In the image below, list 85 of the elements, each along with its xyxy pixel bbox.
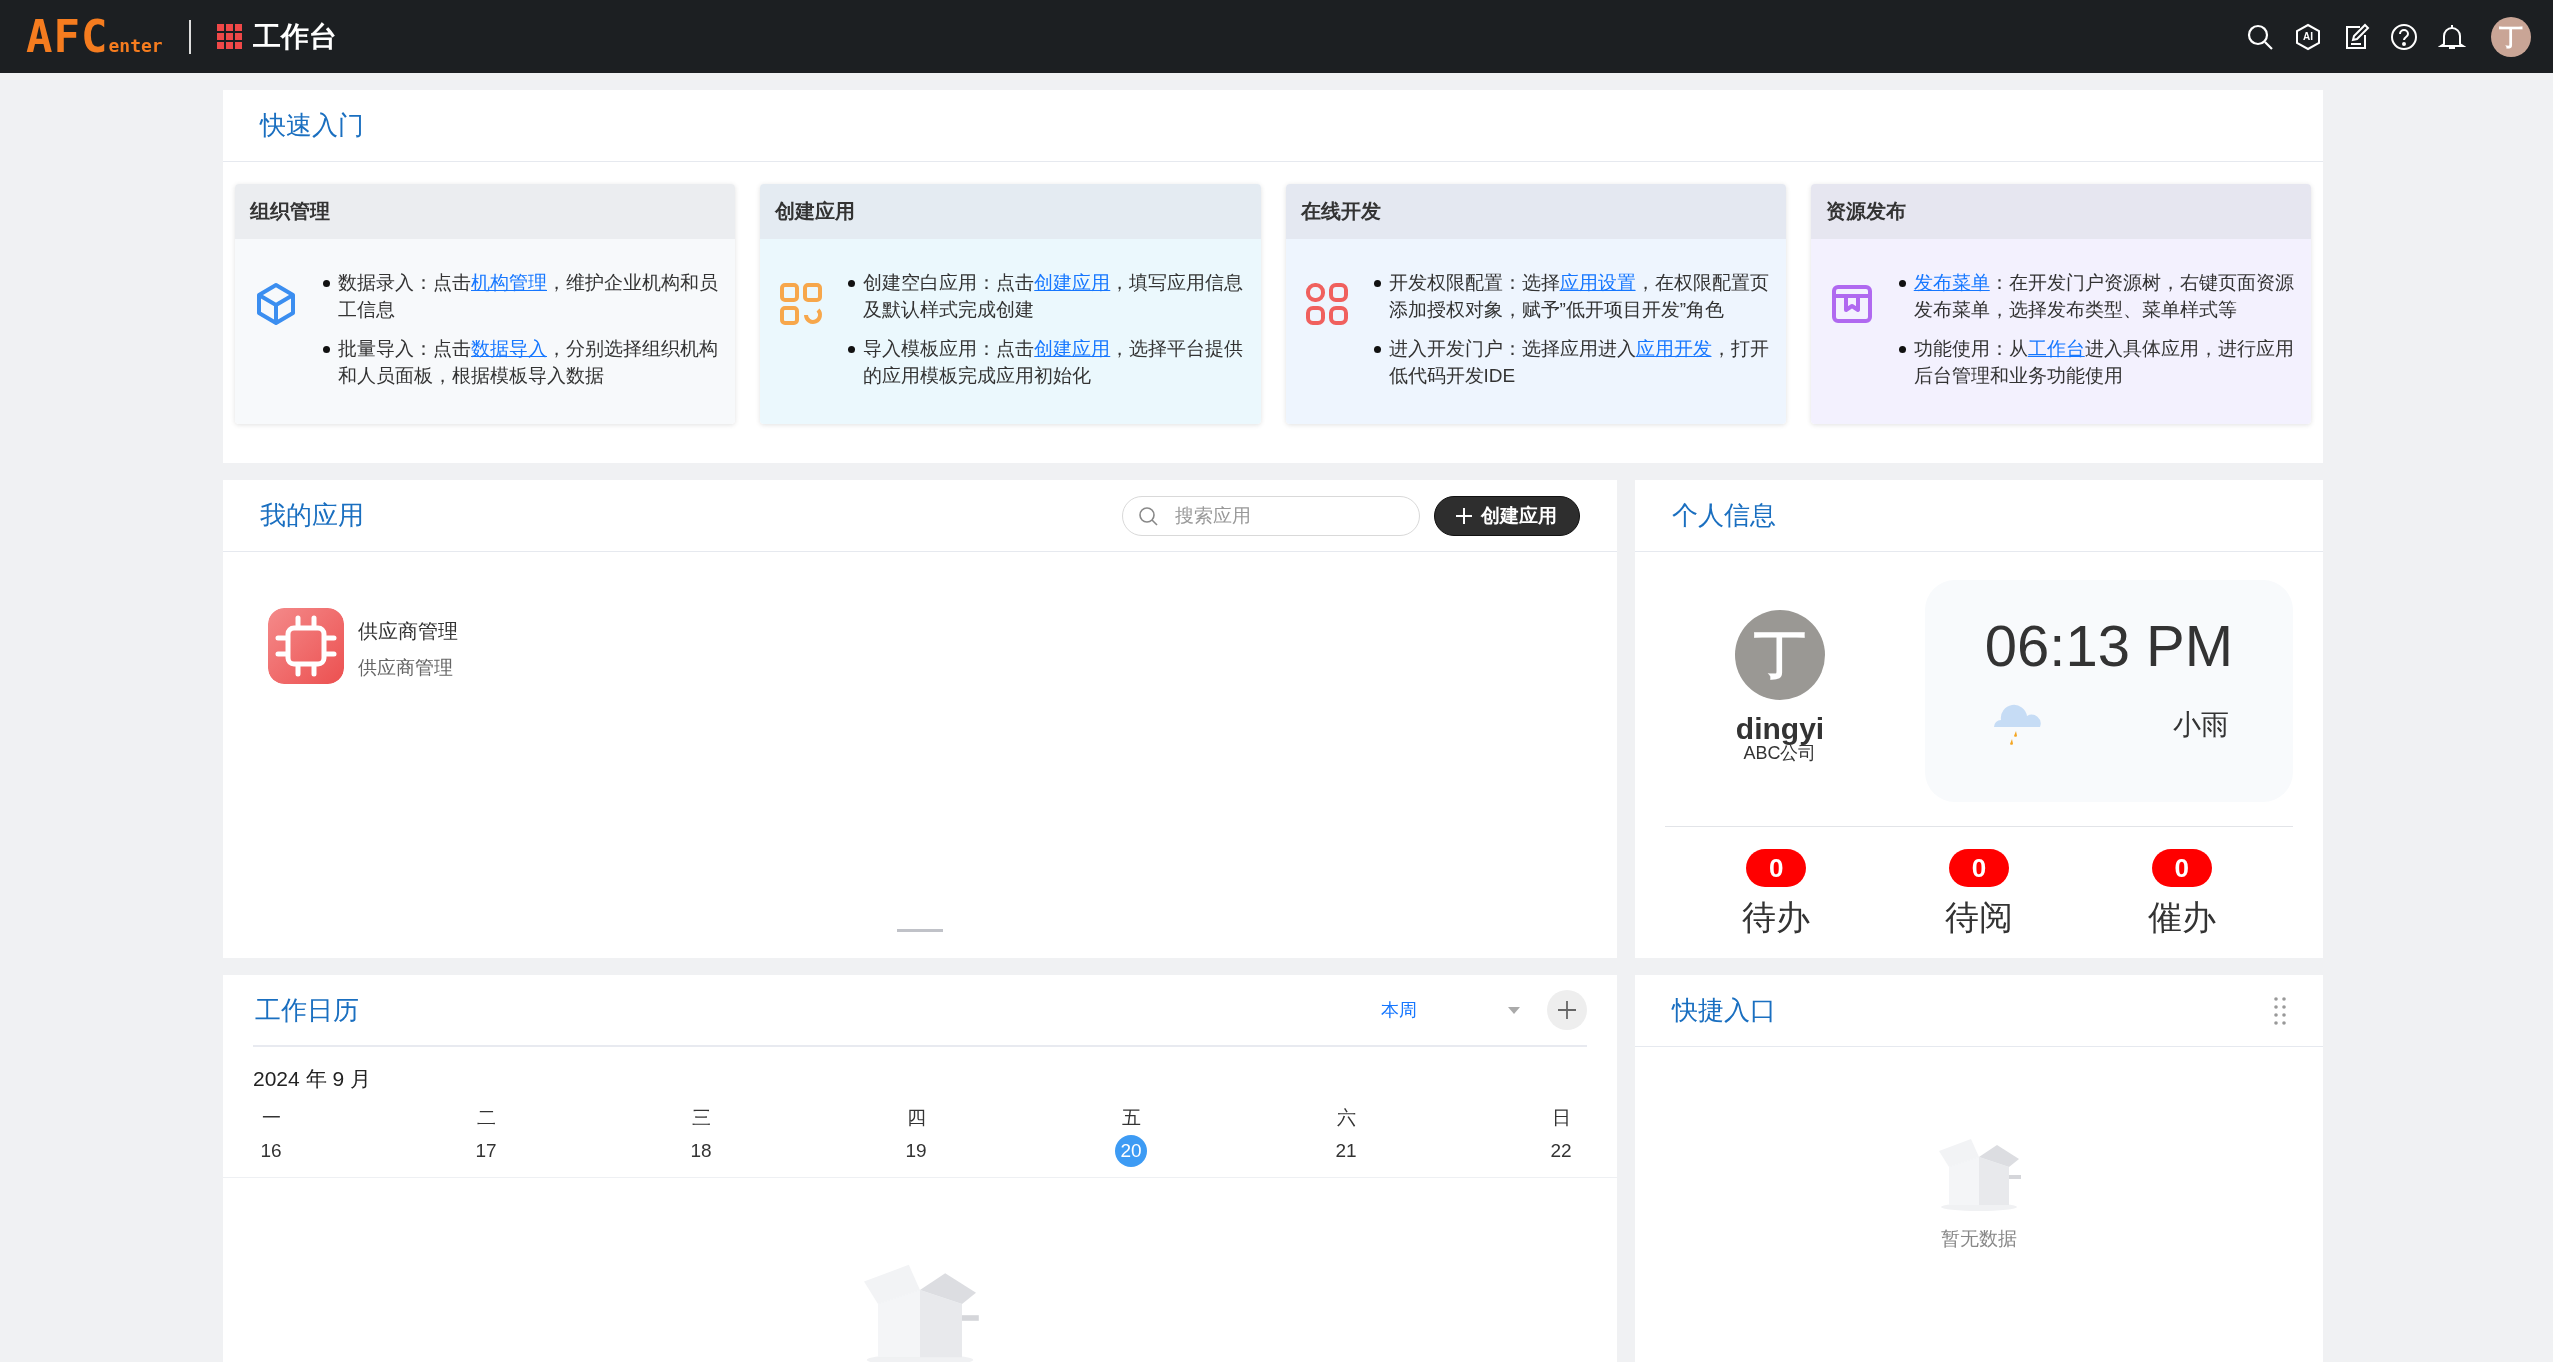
empty-text: 暂无数据 xyxy=(1941,1227,2017,1251)
bullet-dot xyxy=(323,280,330,287)
weekday-label: 五 xyxy=(1121,1106,1141,1130)
calendar-date[interactable]: 19 xyxy=(900,1135,932,1167)
user-avatar: 丁 xyxy=(1735,610,1825,700)
help-icon xyxy=(2390,22,2418,51)
card-title: 资源发布 xyxy=(1825,199,1906,224)
calendar-date[interactable]: 22 xyxy=(1545,1135,1577,1167)
plus-icon xyxy=(1557,1000,1577,1020)
link[interactable]: 创建应用 xyxy=(1034,272,1111,293)
calendar-date[interactable]: 17 xyxy=(470,1135,502,1167)
logo-text: AFC xyxy=(26,11,109,62)
grid-icon[interactable] xyxy=(216,23,243,50)
task-counter[interactable]: 0 待办 xyxy=(1742,849,1811,941)
month-label: 2024 年 9 月 xyxy=(252,1066,372,1092)
search-field[interactable]: 搜索应用 xyxy=(1122,495,1420,536)
link[interactable]: 应用开发 xyxy=(1635,338,1712,359)
bullet-dot xyxy=(323,346,330,353)
link[interactable]: 发布菜单 xyxy=(1913,272,1990,293)
count-badge: 0 xyxy=(2151,849,2212,887)
search-icon xyxy=(2246,22,2274,51)
bullet-dot xyxy=(1373,346,1381,353)
bullet-dot xyxy=(848,280,856,287)
weekday-label: 四 xyxy=(906,1106,926,1130)
card-title: 创建应用 xyxy=(775,199,856,224)
link[interactable]: 应用设置 xyxy=(1559,272,1636,293)
panel-title: 我的应用 xyxy=(260,499,364,532)
count-badge: 0 xyxy=(1949,849,2009,887)
panel-title: 个人信息 xyxy=(1672,499,1776,532)
guide-text: 数据录入：点击机构管理，维护企业机构和员工信息 xyxy=(338,271,719,322)
app-tile[interactable]: 供应商管理 供应商管理 xyxy=(268,608,458,684)
guide-text: 发布菜单：在开发门户资源树，右键页面资源发布菜单，选择发布类型、菜单样式等 xyxy=(1913,271,2295,322)
panel-title: 快速入门 xyxy=(260,109,364,142)
counter-label: 待办 xyxy=(1742,897,1811,938)
link[interactable]: 机构管理 xyxy=(471,272,547,293)
weekday-label: 六 xyxy=(1336,1106,1356,1130)
ai-button[interactable]: AI xyxy=(2293,21,2323,52)
guide-text: 开发权限配置：选择应用设置，在权限配置页添加授权对象，赋予”低开项目开发”角色 xyxy=(1388,271,1770,322)
bullet-dot xyxy=(1898,280,1906,287)
guide-text: 导入模板应用：点击创建应用，选择平台提供的应用模板完成应用初始化 xyxy=(863,337,1245,388)
logo-subtext: enter xyxy=(108,35,163,56)
guide-text: 批量导入：点击数据导入，分别选择组织机构和人员面板，根据模板导入数据 xyxy=(338,337,719,388)
help-button[interactable] xyxy=(2389,21,2419,52)
link[interactable]: 数据导入 xyxy=(471,338,547,359)
task-counter[interactable]: 0 待阅 xyxy=(1945,849,2013,941)
card-title: 组织管理 xyxy=(250,199,330,224)
company-name: ABC公司 xyxy=(1743,744,1817,764)
add-button[interactable] xyxy=(1547,990,1587,1030)
caret-icon xyxy=(1507,1005,1521,1015)
clock-time: 06:13 PM xyxy=(1984,612,2234,679)
calendar-date[interactable]: 21 xyxy=(1330,1135,1362,1167)
weekday-label: 二 xyxy=(476,1106,496,1130)
weather-text: 小雨 xyxy=(2172,708,2229,742)
plus-icon xyxy=(1455,506,1473,525)
weekday-label: 三 xyxy=(691,1106,711,1130)
user-name: dingyi xyxy=(1735,714,1825,744)
calendar-date[interactable]: 16 xyxy=(255,1135,287,1167)
bullet-dot xyxy=(848,346,856,353)
range-dropdown[interactable]: 本周 xyxy=(1381,998,1521,1022)
bullet-dot xyxy=(1898,346,1906,353)
link[interactable]: 创建应用 xyxy=(1034,338,1111,359)
counter-label: 催办 xyxy=(2147,897,2216,938)
app-name: 供应商管理 xyxy=(358,619,458,644)
drag-handle-icon[interactable] xyxy=(2274,995,2286,1026)
chip-icon xyxy=(268,608,344,684)
card-title: 在线开发 xyxy=(1300,199,1381,224)
bullet-dot xyxy=(1373,280,1381,287)
bell-icon xyxy=(2438,22,2466,51)
panel-title: 快捷入口 xyxy=(1672,994,1776,1027)
guide-text: 进入开发门户：选择应用进入应用开发，打开低代码开发IDE xyxy=(1388,337,1770,388)
app-title: 工作台 xyxy=(252,19,337,54)
pager-handle[interactable] xyxy=(897,929,943,932)
weekday-label: 日 xyxy=(1551,1106,1571,1130)
guide-text: 功能使用：从工作台进入具体应用，进行应用后台管理和业务功能使用 xyxy=(1913,337,2295,388)
create-app-button[interactable]: 创建应用 xyxy=(1434,495,1580,536)
task-counter[interactable]: 0 催办 xyxy=(2147,849,2216,941)
calendar-date[interactable]: 18 xyxy=(685,1135,717,1167)
hexagon-icon xyxy=(2294,22,2322,51)
counter-label: 待阅 xyxy=(1945,897,2013,938)
weekday-label: 一 xyxy=(261,1106,281,1130)
panel-title: 工作日历 xyxy=(254,993,359,1027)
count-badge: 0 xyxy=(1746,849,1807,887)
guide-text: 创建空白应用：点击创建应用，填写应用信息及默认样式完成创建 xyxy=(863,271,1245,322)
app-description: 供应商管理 xyxy=(358,656,454,680)
link[interactable]: 工作台 xyxy=(2027,338,2085,359)
